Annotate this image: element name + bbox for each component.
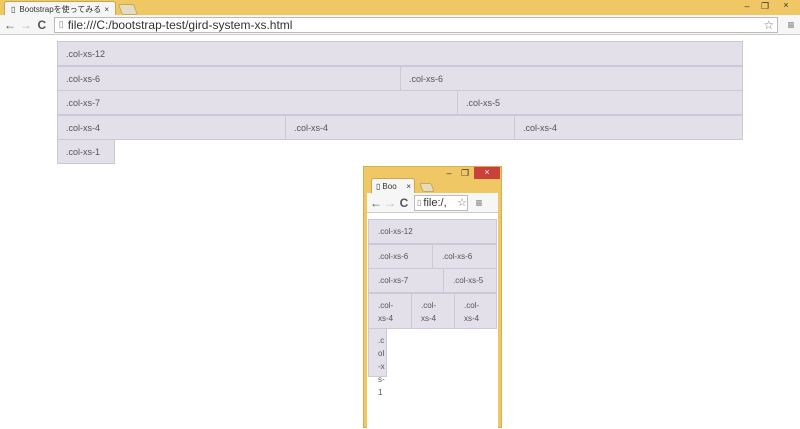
minimize-button[interactable]: – [740, 1, 754, 11]
menu-icon[interactable]: ≡ [471, 196, 487, 210]
reload-icon[interactable]: C [34, 18, 50, 32]
grid-cell: .col-xs-4 [285, 115, 515, 140]
page-icon: ▯ [417, 198, 422, 207]
star-icon[interactable]: ☆ [457, 196, 467, 209]
forward-icon[interactable]: → [18, 18, 34, 32]
forward-icon[interactable]: → [383, 196, 397, 210]
address-bar[interactable]: ▯ file:///C:/bootstrap-test/gird-system-… [53, 16, 779, 33]
tab-title: Bootstrapを使ってみる [19, 4, 102, 14]
address-bar[interactable]: ▯ file:/, ☆ [414, 194, 468, 211]
page-icon: ▯ [58, 19, 64, 29]
grid-cell: .col-xs-7 [368, 268, 444, 293]
grid-cell: .col-xs-4 [57, 115, 286, 140]
grid-cell: .col-xs-12 [57, 41, 743, 66]
close-window-button[interactable]: × [474, 167, 500, 179]
small-toolbar: ← → C ▯ file:/, ☆ ≡ [367, 193, 498, 213]
main-toolbar: ← → C ▯ file:///C:/bootstrap-test/gird-s… [0, 15, 800, 35]
grid-cell: .col-xs-12 [368, 219, 497, 244]
page-icon: ▯ [11, 4, 16, 14]
url-text: file:/, [423, 196, 447, 209]
grid-cell: .col-xs-6 [400, 66, 743, 91]
tab-close-icon[interactable]: × [406, 182, 411, 191]
grid-cell: .col-xs-6 [368, 244, 433, 269]
tab-close-icon[interactable]: × [104, 5, 109, 14]
restore-button[interactable]: ❐ [758, 1, 772, 12]
star-icon[interactable]: ☆ [763, 18, 774, 32]
grid-cell: .col-xs-1 [368, 328, 387, 397]
grid-cell: .col-xs-6 [432, 244, 497, 269]
grid-cell: .col-xs-4 [454, 293, 497, 329]
grid-cell: .col-xs-5 [457, 90, 743, 115]
close-window-button[interactable]: × [776, 0, 796, 10]
back-icon[interactable]: ← [2, 18, 18, 32]
back-icon[interactable]: ← [369, 196, 383, 210]
grid-cell: .col-xs-4 [368, 293, 412, 329]
small-tab[interactable]: ▯ Boo × [371, 178, 415, 193]
minimize-button[interactable]: – [442, 168, 456, 178]
grid-cell: .col-xs-4 [514, 115, 743, 140]
page-icon: ▯ [376, 181, 381, 191]
main-tab[interactable]: ▯ Bootstrapを使ってみる × [4, 1, 116, 16]
new-tab-button[interactable] [419, 183, 435, 192]
maximize-button[interactable]: ❐ [458, 168, 472, 179]
reload-icon[interactable]: C [397, 196, 411, 210]
menu-icon[interactable]: ≡ [782, 18, 800, 32]
grid-cell: .col-xs-6 [57, 66, 401, 91]
grid-cell: .col-xs-1 [57, 139, 115, 164]
small-browser-window: – ❐ × ▯ Boo × ← → C ▯ file:/, ☆ ≡ .col-x… [363, 166, 502, 429]
grid-cell: .col-xs-5 [443, 268, 497, 293]
small-viewport: .col-xs-12 .col-xs-6 .col-xs-6 .col-xs-7… [367, 213, 498, 429]
url-text: file:///C:/bootstrap-test/gird-system-xs… [67, 17, 293, 32]
tab-title: Boo [382, 181, 397, 191]
grid-cell: .col-xs-7 [57, 90, 458, 115]
grid-cell: .col-xs-4 [411, 293, 455, 329]
